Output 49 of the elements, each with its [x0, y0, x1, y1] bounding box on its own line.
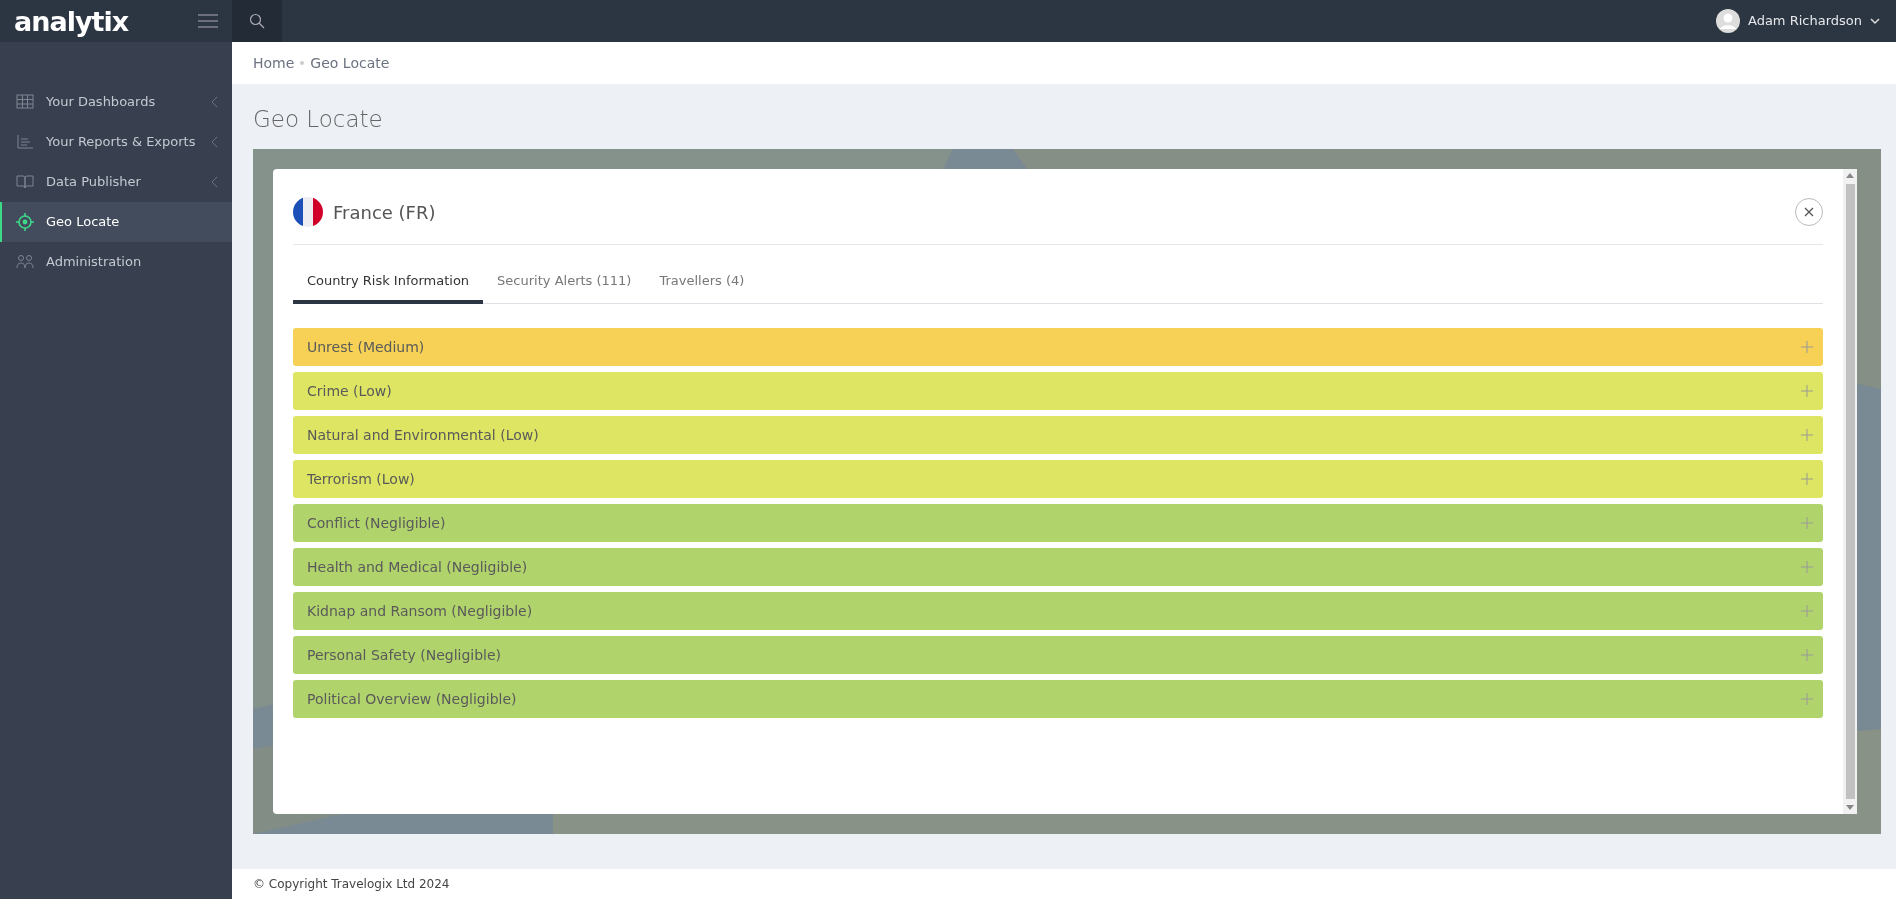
avatar-icon[interactable]: [1716, 9, 1740, 33]
accordion-header[interactable]: Personal Safety (Negligible): [293, 636, 1823, 674]
grid-icon: [16, 93, 34, 111]
plus-icon: [1801, 605, 1813, 617]
plus-icon: [1801, 429, 1813, 441]
modal-title: France (FR): [333, 200, 437, 225]
close-button[interactable]: [1795, 198, 1823, 226]
people-icon: [16, 253, 34, 271]
sidebar-item[interactable]: Your Dashboards: [0, 82, 232, 122]
sidebar-item[interactable]: Administration: [0, 242, 232, 282]
scroll-up-icon[interactable]: [1846, 172, 1854, 178]
close-icon: [1804, 207, 1814, 217]
accordion-header[interactable]: Kidnap and Ransom (Negligible): [293, 592, 1823, 630]
brand-logo: analytix: [14, 7, 129, 35]
user-name[interactable]: Adam Richardson: [1748, 11, 1862, 31]
target-icon: [16, 213, 34, 231]
page-title: Geo Locate: [253, 105, 384, 134]
accordion-header[interactable]: Natural and Environmental (Low): [293, 416, 1823, 454]
flag-icon: [293, 197, 323, 227]
accordion-header[interactable]: Crime (Low): [293, 372, 1823, 410]
sidebar-item[interactable]: Your Reports & Exports: [0, 122, 232, 162]
accordion-header[interactable]: Health and Medical (Negligible): [293, 548, 1823, 586]
book-icon: [16, 173, 34, 191]
search-icon[interactable]: [249, 13, 265, 29]
scrollbar[interactable]: [1843, 168, 1857, 814]
menu-icon[interactable]: [198, 14, 218, 28]
chart-icon: [16, 133, 34, 151]
tab[interactable]: Travellers (4): [645, 260, 759, 304]
sidebar-item[interactable]: Data Publisher: [0, 162, 232, 202]
plus-icon: [1801, 693, 1813, 705]
sidebar-item[interactable]: Geo Locate: [0, 202, 232, 242]
plus-icon: [1801, 341, 1813, 353]
chevron-down-icon[interactable]: [1870, 17, 1880, 25]
copyright-text: © Copyright Travelogix Ltd 2024: [253, 876, 450, 893]
scroll-down-icon[interactable]: [1846, 804, 1854, 810]
tab[interactable]: Country Risk Information: [293, 260, 484, 304]
plus-icon: [1801, 649, 1813, 661]
accordion-header[interactable]: Political Overview (Negligible): [293, 680, 1823, 718]
breadcrumb-current: Geo Locate: [310, 53, 390, 73]
plus-icon: [1801, 517, 1813, 529]
plus-icon: [1801, 385, 1813, 397]
accordion-header[interactable]: Conflict (Negligible): [293, 504, 1823, 542]
accordion-header[interactable]: Unrest (Medium): [293, 328, 1823, 366]
plus-icon: [1801, 473, 1813, 485]
plus-icon: [1801, 561, 1813, 573]
tab[interactable]: Security Alerts (111): [483, 260, 646, 304]
accordion-header[interactable]: Terrorism (Low): [293, 460, 1823, 498]
separator-dot-icon: [300, 61, 305, 65]
breadcrumb-link[interactable]: Home: [253, 52, 295, 74]
